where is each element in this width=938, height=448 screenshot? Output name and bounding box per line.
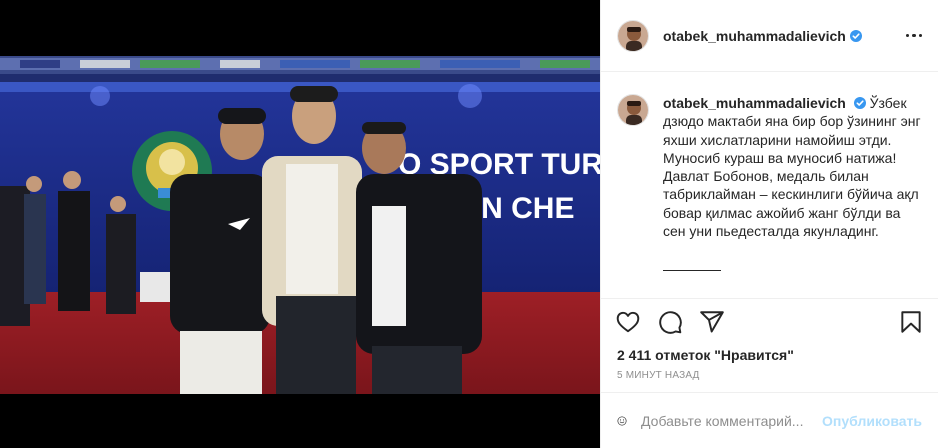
post-media: O SPORT TUR STON CHE xyxy=(0,0,600,448)
comment-icon[interactable] xyxy=(657,309,683,335)
caption-username[interactable]: otabek_muhammadalievich xyxy=(663,95,846,111)
author-username[interactable]: otabek_muhammadalievich xyxy=(663,28,846,44)
verified-badge-icon xyxy=(853,97,866,109)
verified-badge-icon xyxy=(849,29,862,42)
photo-illustration: O SPORT TUR STON CHE xyxy=(0,56,600,394)
emoji-icon[interactable] xyxy=(617,408,627,434)
heart-icon[interactable] xyxy=(615,309,641,335)
caption-section: otabek_muhammadalievich Ўзбек дзюдо макт… xyxy=(601,72,938,298)
post-modal: O SPORT TUR STON CHE otabek_muhammadalie… xyxy=(0,0,938,448)
publish-button[interactable]: Опубликовать xyxy=(822,413,922,429)
post-caption: otabek_muhammadalievich Ўзбек дзюдо макт… xyxy=(663,94,922,298)
post-photo[interactable]: O SPORT TUR STON CHE xyxy=(0,56,600,394)
caption-divider xyxy=(663,270,721,272)
post-timestamp[interactable]: 5 минут назад xyxy=(601,366,938,392)
caption-text: Ўзбек дзюдо мактаби яна бир бор ўзининг … xyxy=(663,95,921,240)
comment-input[interactable] xyxy=(641,412,823,429)
caption-author-avatar[interactable] xyxy=(617,94,649,126)
post-header: otabek_muhammadalievich xyxy=(601,0,938,72)
more-options-icon[interactable] xyxy=(905,28,922,44)
post-sidebar: otabek_muhammadalievich otabek_muhammada… xyxy=(600,0,938,448)
likes-count[interactable]: 2 411 отметок "Нравится" xyxy=(601,344,938,366)
bookmark-icon[interactable] xyxy=(898,309,924,335)
share-icon[interactable] xyxy=(699,309,725,335)
action-bar xyxy=(601,298,938,344)
add-comment-bar: Опубликовать xyxy=(601,392,938,448)
author-avatar[interactable] xyxy=(617,19,649,52)
